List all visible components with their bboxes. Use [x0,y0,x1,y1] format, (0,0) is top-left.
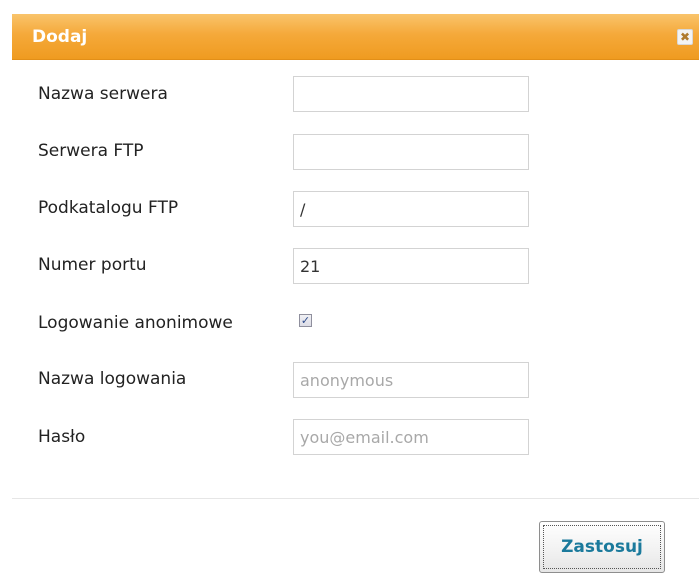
close-icon: ✖ [679,30,691,44]
anonymous-login-checkbox[interactable]: ✓ [299,314,312,327]
password-input[interactable] [293,419,529,455]
password-label: Hasło [38,427,86,447]
anonymous-login-label: Logowanie anonimowe [38,313,233,333]
add-ftp-dialog: Dodaj ✖ Nazwa serwera Serwera FTP Podkat… [0,0,699,588]
port-number-input[interactable] [293,248,529,284]
close-button[interactable]: ✖ [677,29,693,45]
dialog-titlebar: Dodaj ✖ [12,14,699,60]
login-name-input[interactable] [293,362,529,398]
ftp-subdirectory-label: Podkatalogu FTP [38,198,179,218]
checkmark-icon: ✓ [300,314,311,327]
login-name-label: Nazwa logowania [38,369,187,389]
ftp-server-label: Serwera FTP [38,141,144,161]
server-name-input[interactable] [293,76,529,112]
apply-button[interactable]: Zastosuj [539,521,665,573]
ftp-server-input[interactable] [293,134,529,170]
port-number-label: Numer portu [38,255,147,275]
dialog-title: Dodaj [32,27,88,47]
ftp-subdirectory-input[interactable] [293,191,529,227]
server-name-label: Nazwa serwera [38,84,168,104]
